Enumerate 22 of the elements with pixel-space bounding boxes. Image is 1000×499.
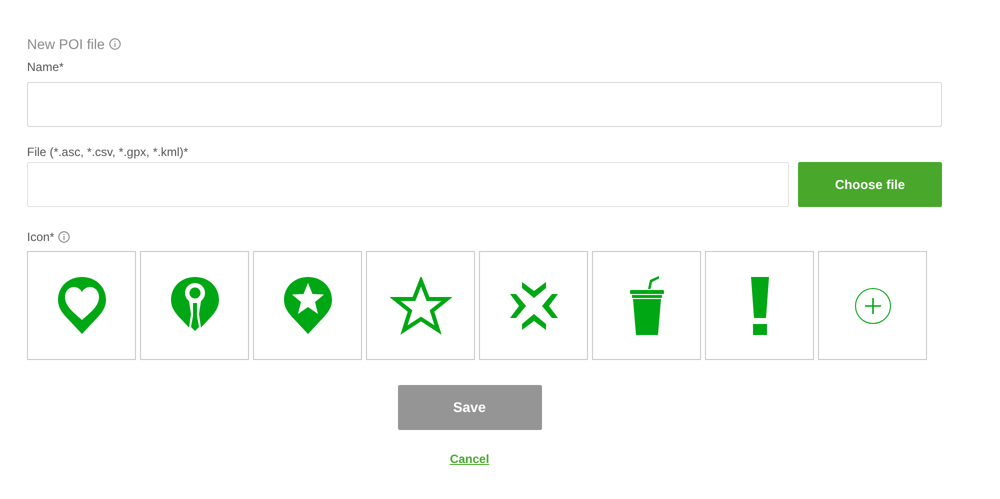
icon-option[interactable]: [479, 251, 588, 360]
info-icon[interactable]: [108, 38, 121, 50]
info-icon[interactable]: [58, 231, 70, 243]
form-title: New POI file: [27, 34, 105, 54]
icon-option[interactable]: [140, 251, 249, 360]
add-icon: [854, 286, 892, 324]
exclamation-icon: [750, 276, 770, 336]
field-label: Icon*: [27, 229, 54, 246]
file-field[interactable]: [27, 162, 789, 207]
star-icon: [390, 276, 452, 334]
icon-option[interactable]: [592, 251, 701, 360]
icon-option[interactable]: [27, 251, 136, 360]
cup-icon: [628, 274, 664, 336]
choose-file-button[interactable]: Choose file: [798, 162, 942, 207]
icon-option[interactable]: [705, 251, 814, 360]
icon-option[interactable]: [366, 251, 475, 360]
cancel-link[interactable]: Cancel: [450, 450, 490, 468]
icon-option[interactable]: [253, 251, 362, 360]
field-label: Name*: [27, 59, 65, 74]
field-label: File (*.asc, *.csv, *.gpx, *.kml)*: [27, 144, 190, 159]
name-field[interactable]: [27, 82, 942, 127]
icon-option[interactable]: [818, 251, 927, 360]
